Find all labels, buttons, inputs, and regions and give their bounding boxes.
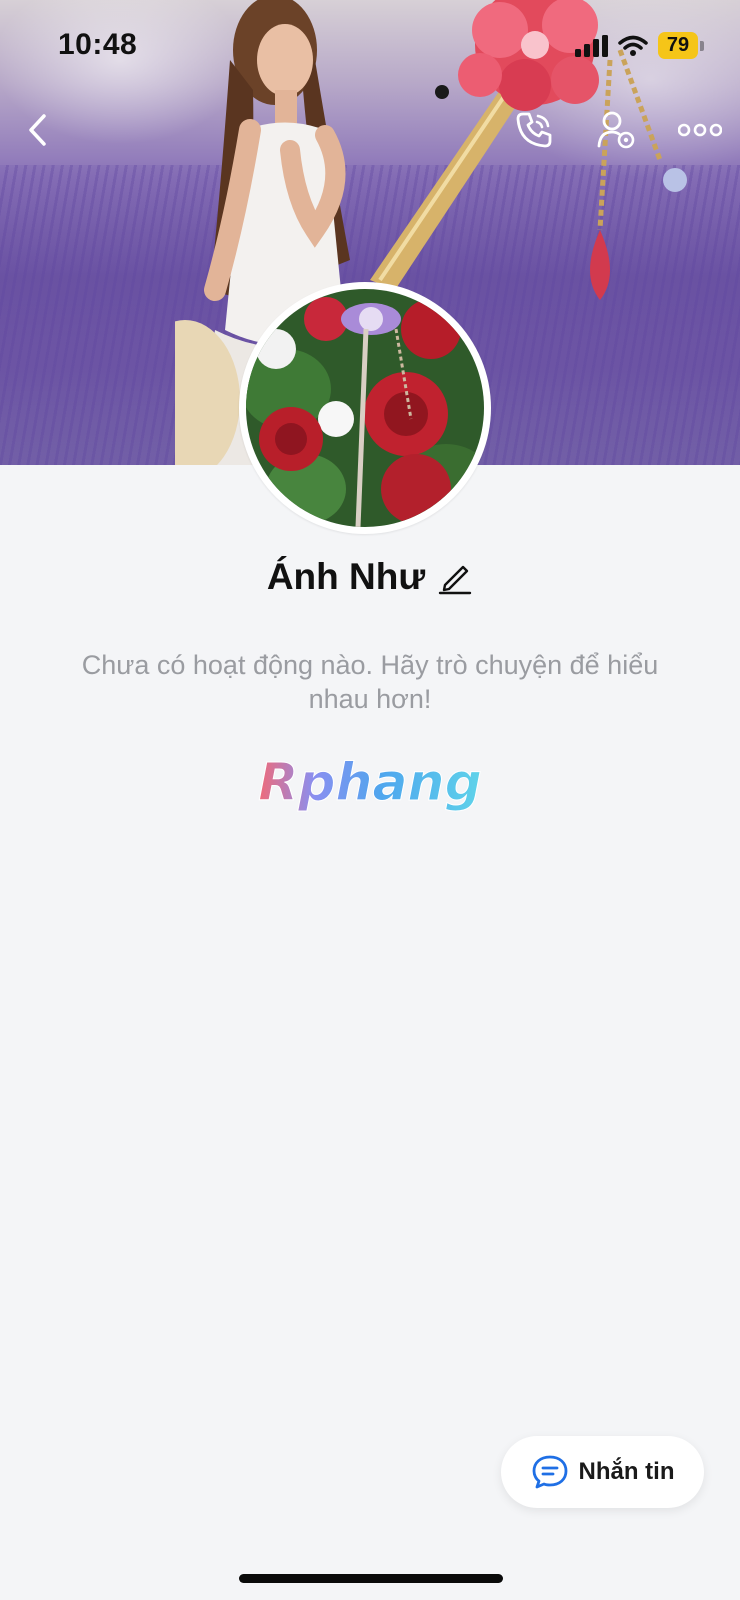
avatar[interactable]: [239, 282, 491, 534]
svg-text:Rphang: Rphang: [258, 753, 482, 813]
profile-name-row: Ánh Như: [0, 556, 740, 598]
chat-bubble-icon: [532, 1455, 567, 1489]
battery-level: 79: [658, 32, 698, 59]
back-button[interactable]: [14, 106, 62, 154]
battery-icon: 79: [658, 32, 704, 59]
rphang-logo: Rphang: [258, 753, 483, 814]
battery-tip: [700, 40, 704, 51]
more-options-icon: [678, 123, 722, 137]
call-button[interactable]: [510, 106, 558, 154]
user-settings-icon: [597, 111, 635, 149]
empty-activity-message: Chưa có hoạt động nào. Hãy trò chuyện để…: [81, 650, 659, 714]
status-time: 10:48: [58, 28, 138, 61]
home-indicator[interactable]: [239, 1574, 503, 1583]
more-options-button[interactable]: [676, 106, 724, 154]
cellular-signal-icon: [575, 34, 608, 57]
pencil-icon[interactable]: [437, 559, 473, 595]
wifi-icon: [618, 35, 648, 56]
user-settings-button[interactable]: [592, 106, 640, 154]
phone-call-icon: [516, 112, 552, 148]
status-indicators: 79: [574, 32, 704, 59]
back-chevron-icon: [29, 114, 46, 146]
send-message-button[interactable]: Nhắn tin: [501, 1436, 704, 1508]
avatar-image: [246, 289, 484, 527]
send-message-label: Nhắn tin: [578, 1458, 675, 1485]
watermark-logo: Rphang: [0, 752, 740, 823]
profile-name: Ánh Như: [266, 556, 426, 597]
